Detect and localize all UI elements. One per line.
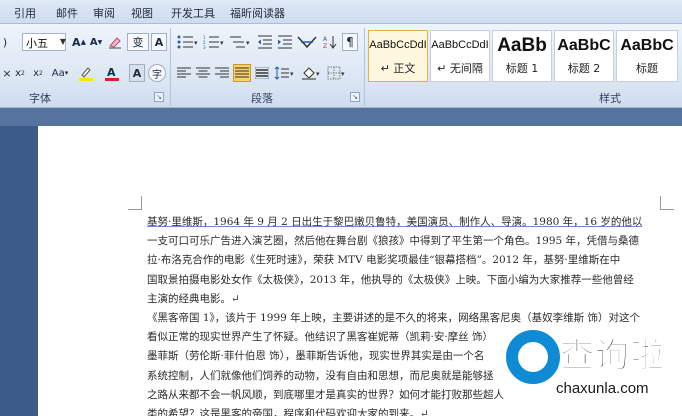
text-line: 国取景拍摄电影处女作《太极侠》，2013 年，他执导的《太极侠》上映。下面小编为… — [147, 273, 634, 286]
highlight-color-icon[interactable] — [76, 64, 96, 82]
subscript-icon[interactable]: x2 — [12, 64, 28, 82]
phonetic-guide-icon[interactable]: 变 — [127, 33, 149, 51]
style-sample: AaBb — [497, 35, 547, 56]
style-heading-1[interactable]: AaBb 标题 1 — [492, 30, 552, 82]
sort-icon[interactable]: AZ — [322, 33, 338, 51]
style-normal[interactable]: AaBbCcDdI ↵ 正文 — [368, 30, 428, 82]
increase-indent-icon[interactable] — [276, 33, 294, 51]
svg-text:▾: ▾ — [290, 70, 294, 78]
tab-view[interactable]: 视图 — [131, 5, 153, 21]
magnifier-lens — [518, 342, 548, 372]
multilevel-list-icon[interactable]: ▾ — [228, 33, 252, 51]
magnifier-logo-icon — [502, 326, 568, 394]
text-line: 拉·布洛克合作的电影《生死时速》，荣获 MTV 电影奖项最佳“银幕搭档”。201… — [147, 254, 621, 267]
svg-text:Z: Z — [323, 43, 327, 49]
style-title[interactable]: AaBbC 标题 — [616, 30, 678, 82]
group-separator — [170, 28, 171, 106]
style-sample: AaBbCcDdI — [431, 39, 489, 51]
tab-references[interactable]: 引用 — [14, 5, 36, 21]
svg-text:A: A — [323, 36, 328, 43]
styles-group-label: 样式 — [599, 92, 621, 105]
svg-text:▾: ▾ — [194, 39, 198, 47]
style-name: ↵ 无间隔 — [437, 62, 483, 75]
borders-icon[interactable]: ▾ — [326, 64, 348, 82]
superscript-icon[interactable]: x2 — [30, 64, 46, 82]
text-line: 基努·里维斯，1964 年 9 月 2 日出生于黎巴嫩贝鲁特，美国演员、制作人、… — [147, 216, 643, 228]
ribbon-tab-bar: 引用 邮件 审阅 视图 开发工具 福昕阅读器 — [0, 0, 682, 24]
line-spacing-icon[interactable]: ▾ — [273, 64, 295, 82]
watermark-url: chaxunla.com — [556, 380, 649, 397]
svg-text:▾: ▾ — [341, 70, 345, 78]
style-sample: AaBbC — [557, 37, 611, 54]
paragraph-group-label: 段落 — [251, 92, 273, 105]
align-left-icon[interactable] — [176, 64, 192, 82]
font-dialog-launcher-icon[interactable]: ↘ — [154, 92, 164, 102]
svg-text:A: A — [107, 66, 116, 79]
page-margin-corner-left — [128, 196, 142, 210]
page-margin-corner-right — [660, 196, 674, 210]
paragraph-dialog-launcher-icon[interactable]: ↘ — [350, 92, 360, 102]
justify-icon[interactable] — [233, 64, 251, 82]
shading-icon[interactable]: ▾ — [300, 64, 322, 82]
align-right-icon[interactable] — [214, 64, 230, 82]
char-shading-icon[interactable]: A — [129, 64, 145, 82]
ribbon: ) 小五 ▼ A ▲ A ▼ 变 A × x2 x2 Aa ▾ A A 字 字体 ↘ … — [0, 24, 682, 108]
style-name: 标题 1 — [505, 62, 539, 75]
workspace-ruler-strip — [0, 108, 682, 126]
svg-text:▾: ▾ — [316, 70, 320, 78]
style-no-spacing[interactable]: AaBbCcDdI ↵ 无间隔 — [430, 30, 490, 82]
watermark: 查询啦 chaxunla.com — [490, 322, 680, 414]
tab-foxit-reader[interactable]: 福昕阅读器 — [230, 5, 285, 21]
text-line: 一支可口可乐广告进入演艺圈，然后他在舞台剧《狼孩》中得到了平生第一个角色。199… — [147, 235, 640, 248]
style-sample: AaBbC — [620, 37, 674, 54]
tab-developer[interactable]: 开发工具 — [171, 5, 215, 21]
shrink-font-icon[interactable]: A ▼ — [89, 33, 103, 51]
group-separator — [364, 28, 365, 106]
clear-format-icon[interactable] — [107, 33, 123, 51]
decrease-indent-icon[interactable] — [256, 33, 274, 51]
change-case-icon[interactable]: Aa ▾ — [50, 64, 70, 82]
chinese-layout-icon[interactable] — [296, 33, 318, 51]
show-marks-icon[interactable]: ¶ — [342, 33, 358, 51]
svg-text:3: 3 — [203, 45, 206, 49]
align-center-icon[interactable] — [195, 64, 211, 82]
grow-font-icon[interactable]: A ▲ — [72, 33, 86, 51]
style-name: 标题 — [636, 62, 658, 75]
font-group-label: 字体 — [29, 92, 51, 105]
style-sample: AaBbCcDdI — [369, 39, 427, 51]
distributed-icon[interactable] — [254, 64, 270, 82]
numbering-icon[interactable]: 1 2 3 ▾ — [202, 33, 226, 51]
chevron-down-icon[interactable]: ▼ — [58, 33, 68, 51]
svg-text:▾: ▾ — [220, 39, 224, 47]
tab-mailings[interactable]: 邮件 — [56, 5, 78, 21]
enclose-char-icon[interactable]: 字 — [148, 64, 166, 82]
char-border-icon[interactable]: A — [151, 33, 167, 51]
svg-text:▾: ▾ — [246, 39, 250, 47]
watermark-brand: 查询啦 — [560, 336, 665, 377]
style-name: 标题 2 — [567, 62, 601, 75]
bullets-icon[interactable]: ▾ — [176, 33, 200, 51]
text-line: 主演的经典电影。↵ — [147, 292, 240, 305]
font-color-icon[interactable]: A — [102, 64, 122, 82]
tab-review[interactable]: 审阅 — [93, 5, 115, 21]
style-name: ↵ 正文 — [380, 62, 416, 75]
font-name-dropdown-tail-icon[interactable]: ) — [0, 33, 10, 51]
style-heading-2[interactable]: AaBbC 标题 2 — [554, 30, 614, 82]
